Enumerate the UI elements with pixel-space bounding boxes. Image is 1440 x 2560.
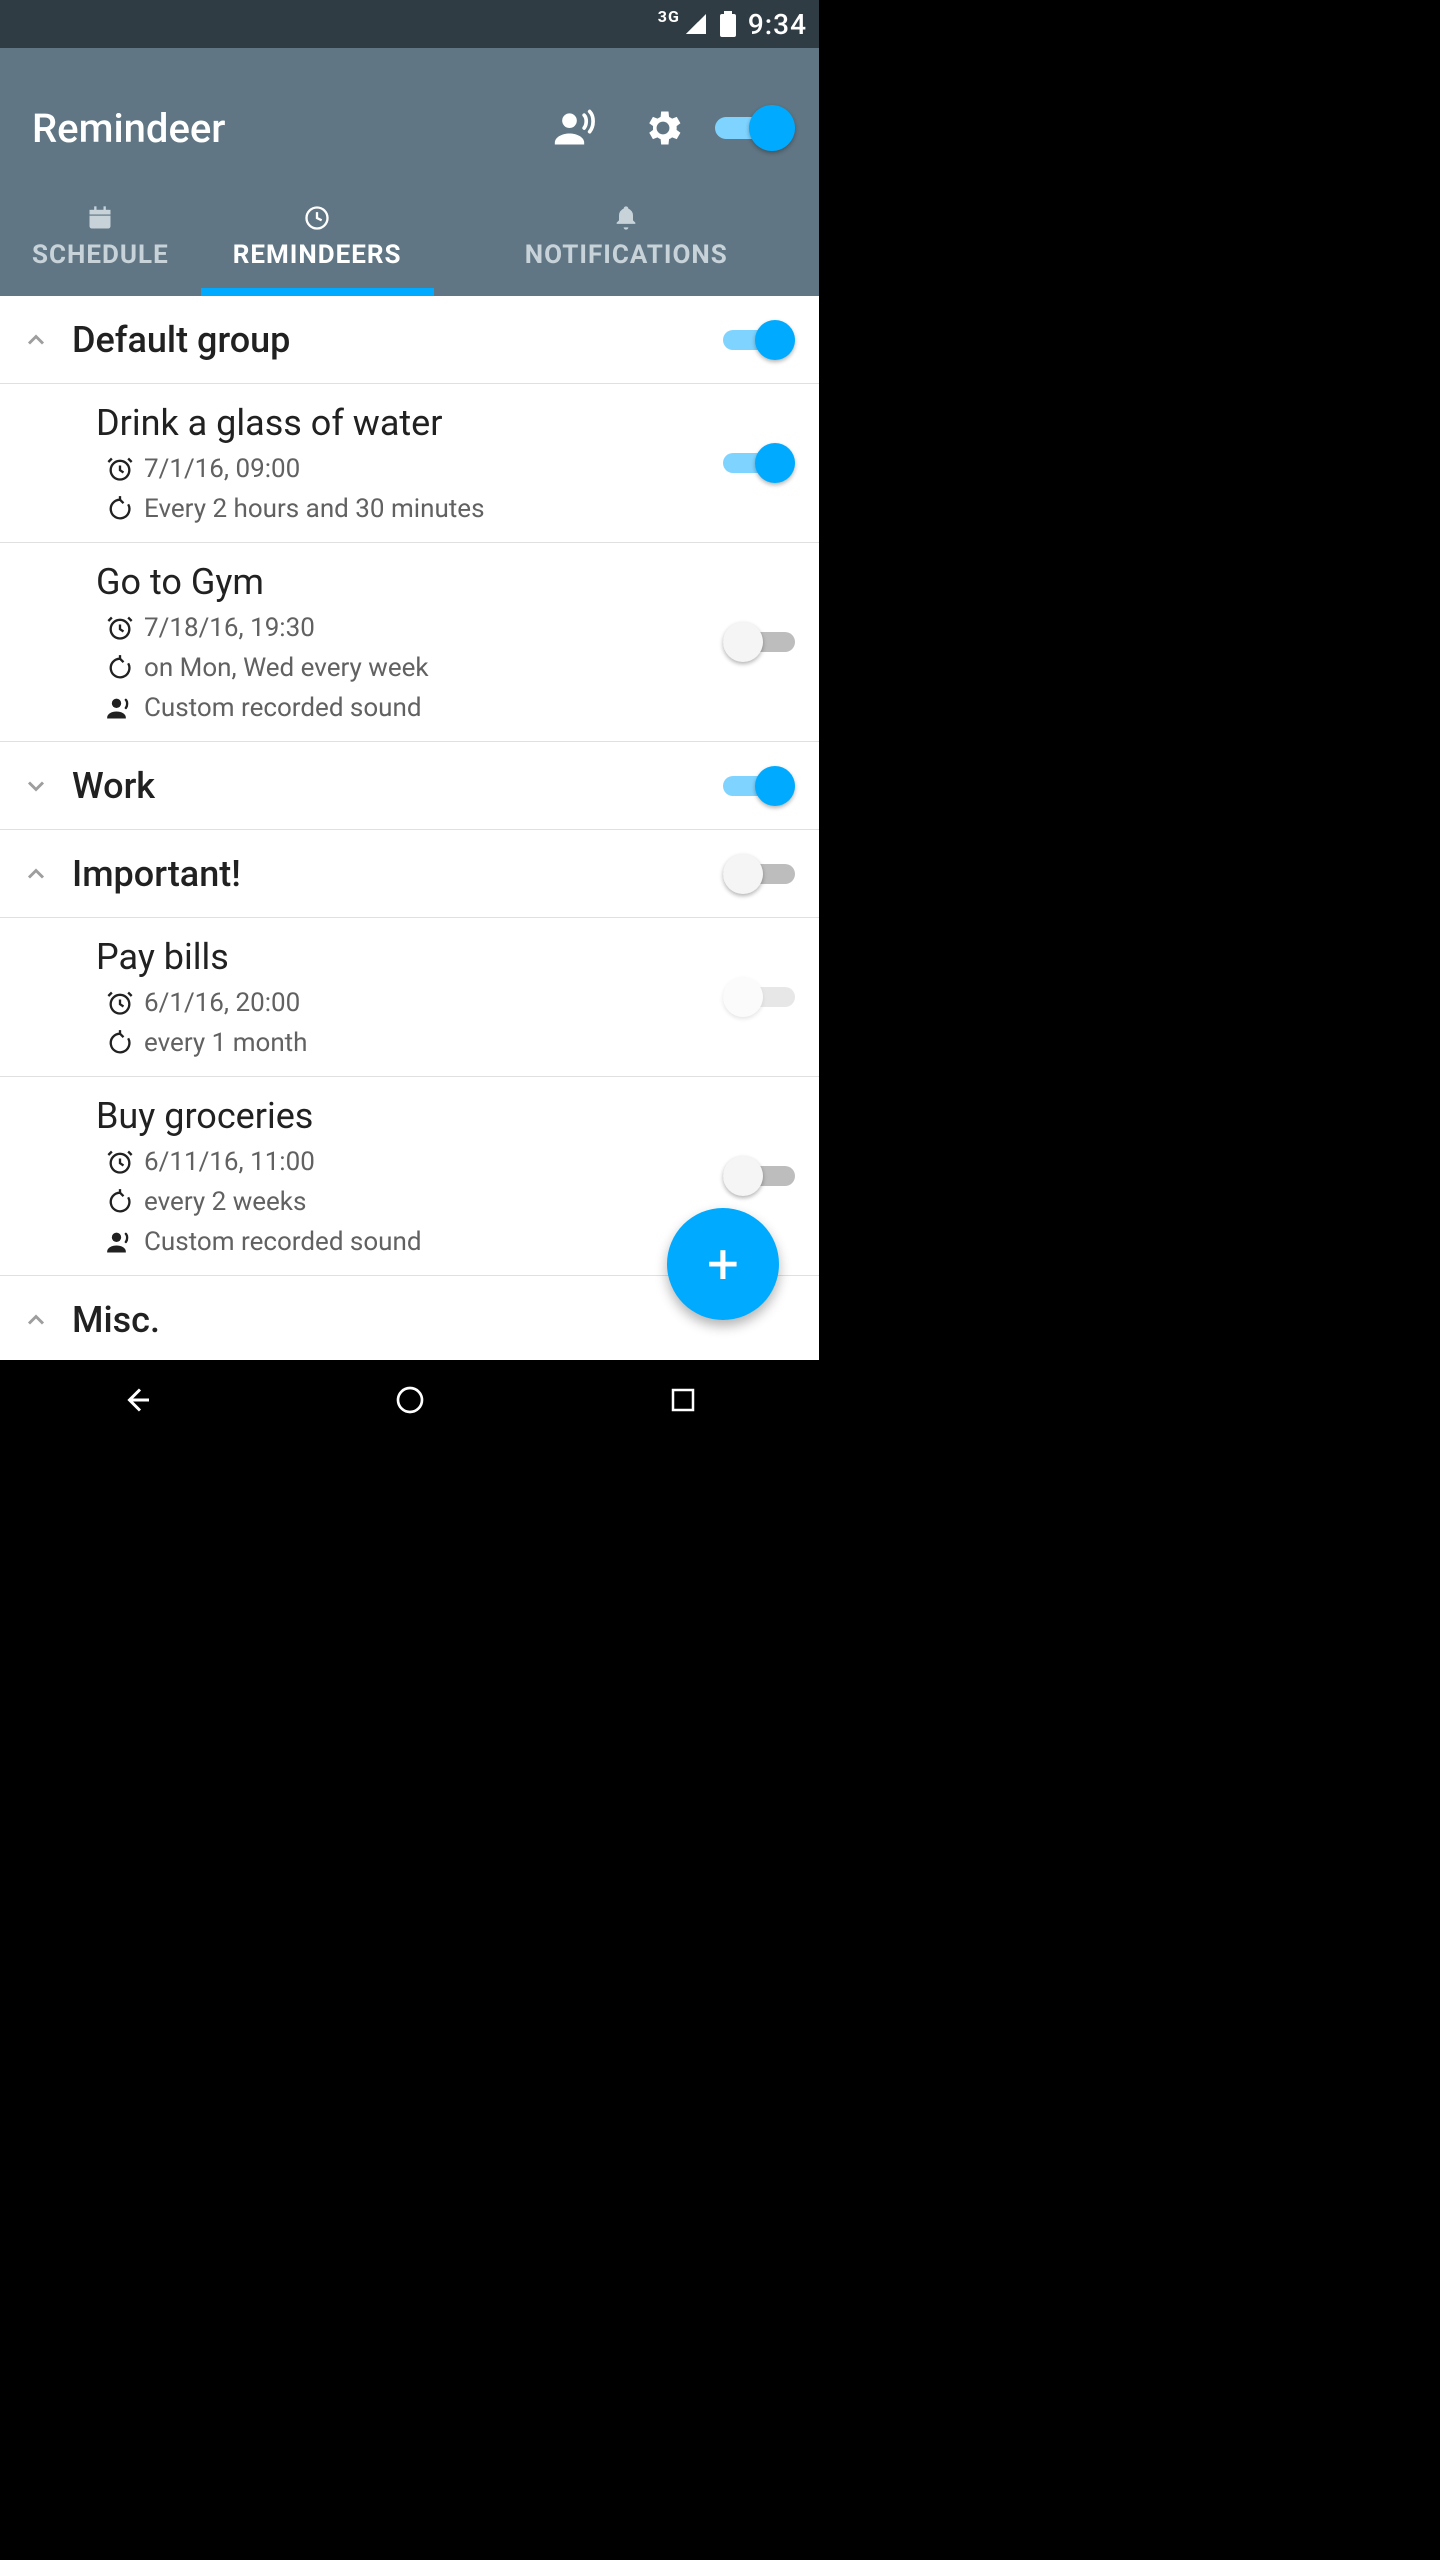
reminder-datetime: 6/1/16, 20:00 — [144, 988, 300, 1018]
clock-icon — [303, 202, 331, 234]
reminder-toggle[interactable] — [723, 622, 795, 662]
app-bar: Remindeer — [0, 48, 819, 184]
master-toggle[interactable] — [715, 92, 787, 164]
home-button[interactable] — [350, 1370, 470, 1430]
reminder-list[interactable]: Default group Drink a glass of water 7/1… — [0, 296, 819, 1360]
repeat-icon — [96, 495, 144, 523]
group-title: Default group — [72, 319, 723, 361]
reminder-datetime: 7/1/16, 09:00 — [144, 454, 300, 484]
status-bar: 3G 9:34 — [0, 0, 819, 48]
calendar-icon — [86, 202, 114, 234]
group-toggle[interactable] — [723, 854, 795, 894]
reminder-item[interactable]: Go to Gym 7/18/16, 19:30 on Mon, Wed eve… — [0, 543, 819, 742]
alarm-icon — [96, 989, 144, 1017]
reminder-title: Buy groceries — [96, 1095, 723, 1137]
voice-person-icon — [96, 1228, 144, 1256]
reminder-title: Pay bills — [96, 936, 723, 978]
network-type: 3G — [658, 7, 680, 26]
repeat-icon — [96, 1029, 144, 1057]
group-title: Misc. — [72, 1299, 723, 1341]
group-title: Important! — [72, 853, 723, 895]
group-header-default[interactable]: Default group — [0, 296, 819, 384]
alarm-icon — [96, 614, 144, 642]
tab-schedule[interactable]: SCHEDULE — [0, 184, 201, 296]
group-title: Work — [72, 765, 723, 807]
reminder-item[interactable]: Pay bills 6/1/16, 20:00 every 1 month — [0, 918, 819, 1077]
bell-icon — [612, 202, 640, 234]
group-header-important[interactable]: Important! — [0, 830, 819, 918]
add-reminder-fab[interactable]: + — [667, 1208, 779, 1320]
reminder-toggle[interactable] — [723, 1156, 795, 1196]
group-header-work[interactable]: Work — [0, 742, 819, 830]
group-toggle[interactable] — [723, 766, 795, 806]
chevron-up-icon — [0, 1306, 72, 1334]
signal-icon — [684, 12, 708, 36]
recent-apps-button[interactable] — [623, 1370, 743, 1430]
reminder-sound: Custom recorded sound — [144, 1227, 422, 1257]
reminder-repeat: on Mon, Wed every week — [144, 653, 429, 683]
alarm-icon — [96, 455, 144, 483]
reminder-datetime: 6/11/16, 11:00 — [144, 1147, 315, 1177]
tab-notifications[interactable]: NOTIFICATIONS — [434, 184, 819, 296]
reminder-repeat: every 1 month — [144, 1028, 308, 1058]
repeat-icon — [96, 1188, 144, 1216]
reminder-repeat: Every 2 hours and 30 minutes — [144, 494, 485, 524]
tab-remindeers[interactable]: REMINDEERS — [201, 184, 434, 296]
plus-icon: + — [707, 1231, 739, 1297]
alarm-icon — [96, 1148, 144, 1176]
repeat-icon — [96, 654, 144, 682]
back-button[interactable] — [77, 1370, 197, 1430]
tab-label: REMINDEERS — [233, 240, 402, 270]
voice-person-icon[interactable] — [539, 92, 611, 164]
battery-icon — [720, 11, 736, 37]
system-nav-bar — [0, 1360, 819, 1440]
group-toggle[interactable] — [723, 320, 795, 360]
voice-person-icon — [96, 694, 144, 722]
reminder-sound: Custom recorded sound — [144, 693, 422, 723]
tab-label: NOTIFICATIONS — [525, 240, 728, 270]
reminder-title: Go to Gym — [96, 561, 723, 603]
reminder-repeat: every 2 weeks — [144, 1187, 306, 1217]
reminder-title: Drink a glass of water — [96, 402, 723, 444]
tabs: SCHEDULE REMINDEERS NOTIFICATIONS — [0, 184, 819, 296]
chevron-up-icon — [0, 326, 72, 354]
app-title: Remindeer — [32, 105, 523, 152]
chevron-up-icon — [0, 860, 72, 888]
reminder-toggle[interactable] — [723, 443, 795, 483]
reminder-item[interactable]: Drink a glass of water 7/1/16, 09:00 Eve… — [0, 384, 819, 543]
reminder-toggle[interactable] — [723, 977, 795, 1017]
clock-text: 9:34 — [748, 8, 807, 41]
tab-label: SCHEDULE — [32, 240, 169, 270]
gear-icon[interactable] — [627, 92, 699, 164]
reminder-datetime: 7/18/16, 19:30 — [144, 613, 315, 643]
chevron-down-icon — [0, 772, 72, 800]
